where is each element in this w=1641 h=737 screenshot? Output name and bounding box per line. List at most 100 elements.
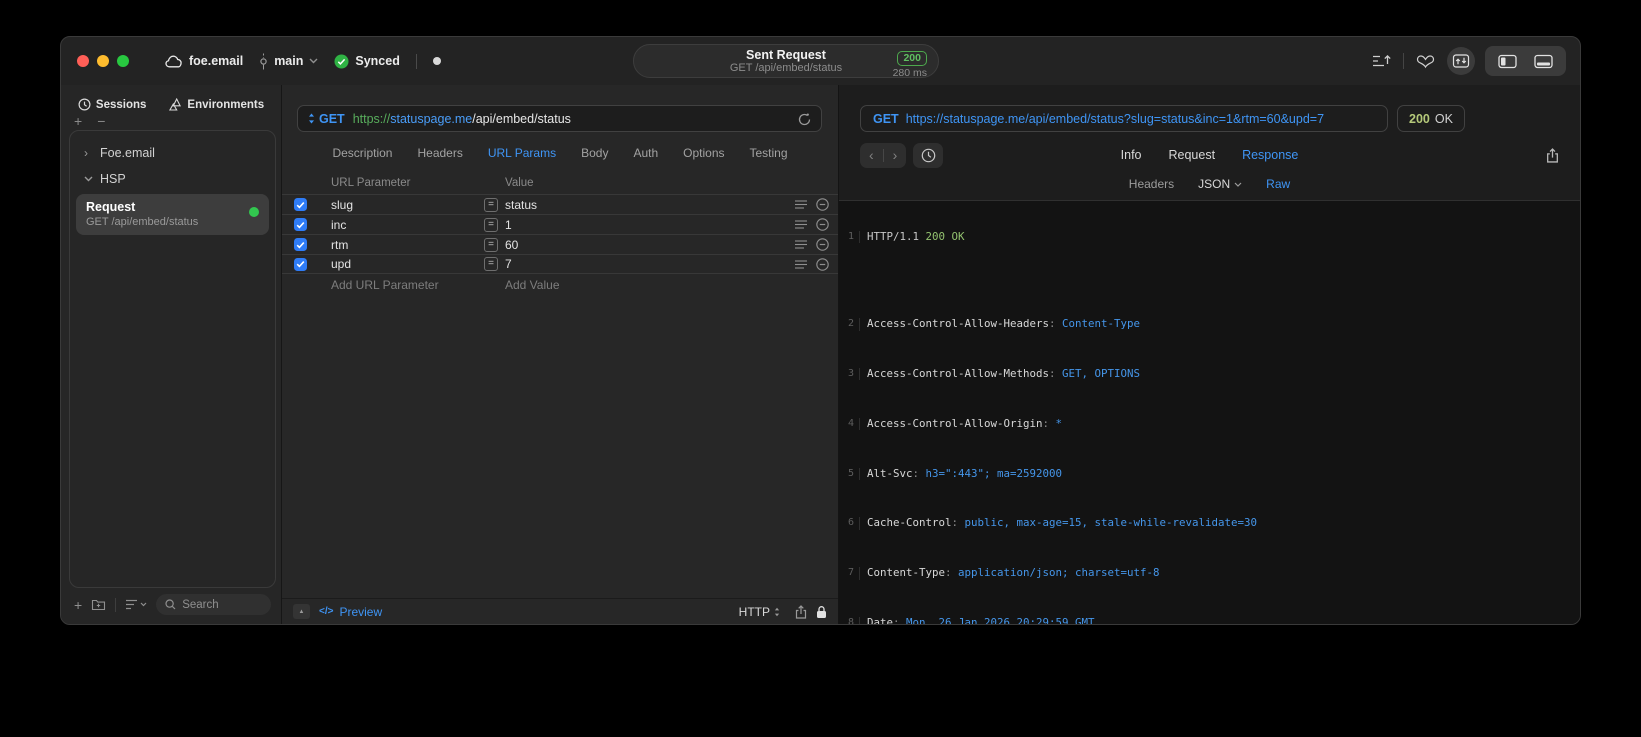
chevron-down-icon xyxy=(84,176,93,182)
protocol-selector[interactable]: HTTP xyxy=(739,605,780,619)
add-session-button[interactable]: + xyxy=(74,114,82,130)
request-status-pill[interactable]: Sent Request GET /api/embed/status 200 2… xyxy=(633,44,939,79)
method-stepper-icon[interactable] xyxy=(308,113,315,124)
remove-param-icon[interactable] xyxy=(816,257,829,271)
row-drag-handle-icon[interactable] xyxy=(795,259,807,269)
header-value: public, max-age=15, stale-while-revalida… xyxy=(964,516,1258,530)
method-selector[interactable]: GET xyxy=(319,112,345,126)
response-raw-view[interactable]: 1 HTTP/1.1 200 OK 2 Access-Control-Allow… xyxy=(839,201,1580,624)
header-key: Content-Type xyxy=(867,566,946,580)
minimize-window-button[interactable] xyxy=(97,55,109,67)
equals-icon: = xyxy=(484,237,498,252)
tree-group-hsp[interactable]: HSP xyxy=(76,166,269,192)
project-menu[interactable]: foe.email xyxy=(165,54,243,68)
sync-status[interactable]: Synced xyxy=(334,54,400,69)
close-window-button[interactable] xyxy=(77,55,89,67)
param-value-field[interactable]: 60 xyxy=(505,238,518,252)
tab-body[interactable]: Body xyxy=(581,146,608,160)
param-name-field[interactable]: slug xyxy=(331,198,484,212)
tab-testing[interactable]: Testing xyxy=(750,146,788,160)
request-response-layout-button[interactable] xyxy=(1447,47,1475,75)
remove-param-icon[interactable] xyxy=(816,238,829,251)
subtab-raw[interactable]: Raw xyxy=(1266,177,1290,191)
row-drag-handle-icon[interactable] xyxy=(795,200,807,209)
param-value-field[interactable]: status xyxy=(505,198,537,212)
tab-environments[interactable]: Environments xyxy=(168,98,264,111)
param-enabled-checkbox[interactable] xyxy=(294,198,307,211)
header-separator: : xyxy=(893,615,907,624)
sent-request-url-box[interactable]: GET https://statuspage.me/api/embed/stat… xyxy=(860,105,1388,132)
tree-group-foe-email[interactable]: › Foe.email xyxy=(76,140,269,166)
remove-param-icon[interactable] xyxy=(816,198,829,211)
new-folder-button[interactable] xyxy=(91,598,106,611)
header-separator: : xyxy=(1049,366,1063,380)
search-input[interactable]: Search xyxy=(156,594,271,615)
header-value: GET, OPTIONS xyxy=(1062,366,1141,380)
project-name: foe.email xyxy=(189,54,244,68)
toggle-sidebar-icon[interactable] xyxy=(1498,54,1517,69)
synced-label: Synced xyxy=(355,54,400,68)
tab-auth[interactable]: Auth xyxy=(633,146,658,160)
tab-sessions[interactable]: Sessions xyxy=(78,98,146,111)
add-value-field[interactable]: Add Value xyxy=(484,278,767,292)
subtab-headers[interactable]: Headers xyxy=(1129,177,1174,191)
remove-session-button[interactable]: − xyxy=(97,114,105,130)
request-item-title: Request xyxy=(86,200,136,214)
sidebar: Sessions Environments + − › Foe.email HS… xyxy=(61,85,282,624)
add-request-button[interactable]: + xyxy=(74,598,82,612)
tab-response[interactable]: Response xyxy=(1242,148,1298,162)
zoom-window-button[interactable] xyxy=(117,55,129,67)
tab-headers[interactable]: Headers xyxy=(417,146,462,160)
param-name-field[interactable]: upd xyxy=(331,257,484,271)
subtab-json[interactable]: JSON xyxy=(1198,177,1242,191)
params-table-header: URL Parameter Value xyxy=(282,171,838,194)
tab-request[interactable]: Request xyxy=(1169,148,1216,162)
line-number: 8 xyxy=(839,616,860,624)
panel-toggle-group xyxy=(1485,46,1566,76)
export-response-icon[interactable] xyxy=(1546,147,1559,163)
request-panel: GET https://statuspage.me/api/embed/stat… xyxy=(282,85,839,624)
remove-param-icon[interactable] xyxy=(816,218,829,231)
param-enabled-checkbox[interactable] xyxy=(294,218,307,231)
param-value-field[interactable]: 1 xyxy=(505,218,512,232)
compare-requests-icon[interactable] xyxy=(1415,54,1436,69)
request-url-bar[interactable]: GET https://statuspage.me/api/embed/stat… xyxy=(297,105,822,132)
response-header-line: 7 Content-Type: application/json; charse… xyxy=(839,566,1580,580)
tab-url-params[interactable]: URL Params xyxy=(488,146,556,160)
branch-selector[interactable]: main xyxy=(259,53,318,70)
json-label: JSON xyxy=(1198,177,1231,191)
share-request-icon[interactable] xyxy=(795,604,807,619)
param-enabled-checkbox[interactable] xyxy=(294,238,307,251)
tab-info[interactable]: Info xyxy=(1121,148,1142,162)
resend-request-icon[interactable] xyxy=(798,112,811,126)
request-list-item-selected[interactable]: Request GET /api/embed/status xyxy=(76,194,269,235)
header-key: Access-Control-Allow-Methods xyxy=(867,366,1050,380)
row-drag-handle-icon[interactable] xyxy=(795,220,807,229)
header-value: Mon, 26 Jan 2026 20:29:59 GMT xyxy=(906,615,1095,624)
header-separator: : xyxy=(1042,416,1056,430)
code-icon: </> xyxy=(319,606,334,617)
group-label: HSP xyxy=(100,172,126,186)
param-row: inc = 1 xyxy=(282,214,838,234)
add-param-field[interactable]: Add URL Parameter xyxy=(331,278,484,292)
branch-icon xyxy=(259,53,268,70)
param-enabled-checkbox[interactable] xyxy=(294,257,307,271)
tab-options[interactable]: Options xyxy=(683,146,724,160)
tab-description[interactable]: Description xyxy=(332,146,392,160)
param-name-field[interactable]: rtm xyxy=(331,238,484,252)
lock-icon[interactable] xyxy=(816,605,827,619)
toggle-bottom-panel-icon[interactable] xyxy=(1534,54,1553,69)
param-value-field[interactable]: 7 xyxy=(505,257,512,271)
synced-check-icon xyxy=(334,54,349,69)
param-name-field[interactable]: inc xyxy=(331,218,484,232)
row-drag-handle-icon[interactable] xyxy=(795,240,807,249)
sort-list-button[interactable] xyxy=(125,599,147,610)
header-key: Cache-Control xyxy=(867,516,952,530)
header-separator: : xyxy=(945,566,959,580)
sidebar-footer: + Search xyxy=(61,592,281,624)
app-window: foe.email main Synced Sent Request GET /… xyxy=(60,36,1581,625)
preview-button[interactable]: </> Preview xyxy=(319,605,382,619)
collapse-panel-button[interactable]: ▲ xyxy=(293,604,310,619)
response-tabs: Info Request Response xyxy=(860,148,1559,162)
sort-requests-icon[interactable] xyxy=(1372,53,1392,69)
